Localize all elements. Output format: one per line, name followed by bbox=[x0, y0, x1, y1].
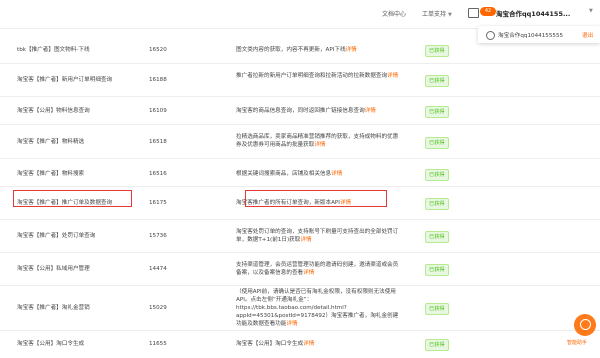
assistant-button[interactable] bbox=[574, 314, 596, 336]
table-row: 淘宝客【推广者】淘礼金营销 15029 （使用API前，请确认是否已有淘礼金权限… bbox=[0, 285, 600, 331]
api-description: 拉精选商品库，卖家商品精准营销推荐的获取，支持成物料的优惠券及优惠券可用商品的批… bbox=[236, 133, 400, 149]
detail-link[interactable]: 详情 bbox=[303, 270, 314, 276]
table-row: 淘宝客【推广者】处罚订单查询 15736 淘宝客处罚订单的查询，支持账号下刷量可… bbox=[0, 219, 600, 253]
status-badge: 已获得 bbox=[425, 75, 449, 87]
detail-link[interactable]: 详情 bbox=[300, 237, 311, 243]
api-description: 淘宝客的商品信息查询，同时返回推广链接信息查询详情 bbox=[236, 107, 400, 115]
table-row: 淘宝客【公用】淘口令生成 11655 淘宝客【公用】淘口令生成详情 已获得 bbox=[0, 330, 600, 358]
table-row: 淘宝客【公用】私域用户管理 14474 支持渠道管理，会员运营管理功能的邀请码创… bbox=[0, 252, 600, 286]
doc-center-link[interactable]: 文档中心 bbox=[382, 9, 406, 18]
status-cell: 已获得 bbox=[425, 45, 449, 57]
logout-link[interactable]: 退出 bbox=[582, 31, 593, 39]
assistant-label: 智能助手 bbox=[567, 340, 588, 346]
account-name: 淘宝合作qq1044155555 bbox=[498, 33, 564, 39]
api-name: 淘宝客【推广者】物料搜索 bbox=[17, 171, 85, 177]
detail-link[interactable]: 详情 bbox=[286, 321, 297, 327]
api-description: 淘宝客【公用】淘口令生成详情 bbox=[236, 340, 400, 348]
status-badge: 已获得 bbox=[425, 264, 449, 276]
api-name: 淘宝客【推广者】物料精选 bbox=[17, 139, 85, 145]
api-name: 淘宝客【公用】淘口令生成 bbox=[17, 341, 85, 347]
status-cell: 已获得 bbox=[425, 264, 449, 276]
status-cell: 已获得 bbox=[425, 339, 449, 351]
table-row: 淘宝客【公用】物料信息查询 16109 淘宝客的商品信息查询，同时返回推广链接信… bbox=[0, 96, 600, 125]
table-row: 淘宝客【推广者】物料搜索 16516 根据关键词搜索商品，店铺及相关信息详情 已… bbox=[0, 158, 600, 187]
status-badge: 已获得 bbox=[425, 339, 449, 351]
desc-text: 根据关键词搜索商品，店铺及相关信息 bbox=[236, 171, 332, 177]
api-id: 16109 bbox=[149, 108, 167, 114]
api-id: 15029 bbox=[149, 305, 167, 311]
message-icon[interactable] bbox=[468, 8, 479, 18]
api-name: tbk【推广者】图文物料-下线 bbox=[17, 47, 90, 53]
api-name: 淘宝客【推广者】新用户订单明细查询 bbox=[17, 77, 113, 83]
highlight-box-desc bbox=[245, 190, 387, 207]
headset-icon bbox=[580, 319, 591, 330]
status-cell: 已获得 bbox=[425, 231, 449, 243]
api-id: 11655 bbox=[149, 341, 167, 347]
api-name: 淘宝客【公用】物料信息查询 bbox=[17, 108, 90, 114]
api-id: 15736 bbox=[149, 233, 167, 239]
message-badge: 42 bbox=[480, 7, 496, 16]
desc-text: 图文类内容的获取，内容不再更新，API下线 bbox=[236, 47, 346, 53]
status-cell: 已获得 bbox=[425, 198, 449, 210]
api-id: 16516 bbox=[149, 171, 167, 177]
api-id: 16188 bbox=[149, 77, 167, 83]
status-badge: 已获得 bbox=[425, 231, 449, 243]
detail-link[interactable]: 详情 bbox=[314, 142, 325, 148]
api-name: 淘宝客【公用】私域用户管理 bbox=[17, 266, 90, 272]
status-cell: 已获得 bbox=[425, 303, 449, 315]
status-cell: 已获得 bbox=[425, 106, 449, 118]
status-cell: 已获得 bbox=[425, 169, 449, 181]
status-cell: 已获得 bbox=[425, 75, 449, 87]
detail-link[interactable]: 详情 bbox=[303, 341, 314, 347]
chevron-down-icon: ▼ bbox=[589, 8, 593, 14]
top-bar: 文档中心 工单支持 ▼ 42 淘宝合作qq1044155... ▼ bbox=[0, 0, 600, 29]
table-row: 淘宝客【推广者】新用户订单明细查询 16188 推广者拉新的新用户订单明细查询和… bbox=[0, 63, 600, 97]
status-badge: 已获得 bbox=[425, 45, 449, 57]
api-name: 淘宝客【推广者】淘礼金营销 bbox=[17, 305, 90, 311]
detail-link[interactable]: 详情 bbox=[331, 171, 342, 177]
status-badge: 已获得 bbox=[425, 137, 449, 149]
support-label: 工单支持 bbox=[422, 11, 447, 18]
table-row: 淘宝客【推广者】物料精选 16518 拉精选商品库，卖家商品精准营销推荐的获取，… bbox=[0, 124, 600, 159]
desc-text: 淘宝客的商品信息查询，同时返回推广链接信息查询 bbox=[236, 108, 365, 114]
desc-text: （使用API前，请确认是否已有淘礼金权限，没有权限则无法使用API。点击左侧“开… bbox=[236, 289, 399, 327]
status-cell: 已获得 bbox=[425, 137, 449, 149]
user-icon bbox=[486, 31, 495, 40]
desc-text: 淘宝客【公用】淘口令生成 bbox=[236, 341, 304, 347]
highlight-box-name bbox=[13, 190, 132, 207]
api-description: 推广者拉新的新用户订单明细查询和拉新活动的拉新数据查询详情 bbox=[236, 72, 400, 80]
api-description: 淘宝客处罚订单的查询，支持账号下刷量可支持查出的全部处罚订单，数据T+1(前1日… bbox=[236, 228, 400, 244]
user-menu[interactable]: 淘宝合作qq1044155... bbox=[496, 8, 570, 18]
detail-link[interactable]: 详情 bbox=[346, 47, 357, 53]
status-badge: 已获得 bbox=[425, 106, 449, 118]
api-description: 图文类内容的获取，内容不再更新，API下线详情 bbox=[236, 46, 400, 54]
detail-link[interactable]: 详情 bbox=[387, 73, 398, 79]
desc-text: 推广者拉新的新用户订单明细查询和拉新活动的拉新数据查询 bbox=[236, 73, 388, 79]
status-badge: 已获得 bbox=[425, 169, 449, 181]
status-badge: 已获得 bbox=[425, 198, 449, 210]
api-description: 支持渠道管理，会员运营管理功能的邀请码创建，邀请渠道或会员备案，以及备案信息的查… bbox=[236, 261, 400, 277]
status-badge: 已获得 bbox=[425, 303, 449, 315]
doc-center-label: 文档中心 bbox=[382, 11, 407, 18]
api-id: 16518 bbox=[149, 139, 167, 145]
api-description: （使用API前，请确认是否已有淘礼金权限，没有权限则无法使用API。点击左侧“开… bbox=[236, 288, 400, 328]
api-description: 根据关键词搜索商品，店铺及相关信息详情 bbox=[236, 170, 400, 178]
api-id: 16520 bbox=[149, 47, 167, 53]
detail-link[interactable]: 详情 bbox=[365, 108, 376, 114]
api-id: 14474 bbox=[149, 266, 167, 272]
chevron-down-icon: ▼ bbox=[448, 12, 452, 18]
api-name: 淘宝客【推广者】处罚订单查询 bbox=[17, 233, 96, 239]
desc-text: 淘宝客处罚订单的查询，支持账号下刷量可支持查出的全部处罚订单，数据T+1(前1日… bbox=[236, 229, 399, 243]
api-id: 16175 bbox=[149, 200, 167, 206]
desc-text: 支持渠道管理，会员运营管理功能的邀请码创建，邀请渠道或会员备案，以及备案信息的查… bbox=[236, 262, 399, 276]
support-menu[interactable]: 工单支持 ▼ bbox=[422, 9, 452, 18]
